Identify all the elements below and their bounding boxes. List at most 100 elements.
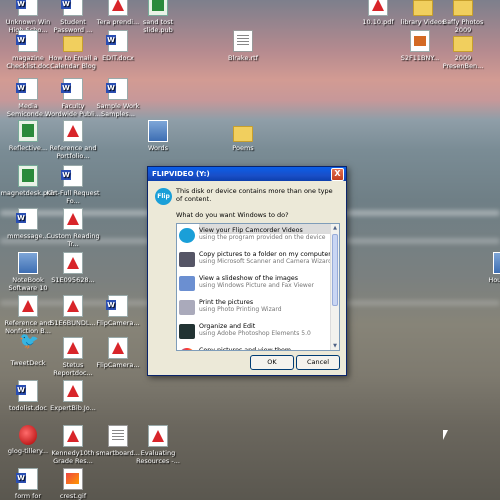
copy-view-icon [179,348,195,350]
desktop-icon[interactable]: Kirt-Full Request Fo... [45,165,101,205]
scroll-thumb[interactable] [332,234,338,306]
word-file-icon [61,165,83,187]
desktop-icon[interactable]: Blrake.rtf [215,30,271,62]
scroll-up-arrow-icon[interactable]: ▲ [331,224,339,232]
pdf-file-icon [63,295,83,317]
dialog-message: This disk or device contains more than o… [176,187,333,203]
desktop-icon[interactable]: Sample Work Samples... [90,78,146,118]
pub-file-icon [18,165,38,187]
desktop-icon-label: Custom Reading Tr... [46,232,100,248]
cancel-button[interactable]: Cancel [296,355,340,370]
action-option[interactable]: Copy pictures and view them [177,344,339,351]
action-listbox[interactable]: View your Flip Camcorder Videos using the… [176,223,340,351]
pdf-file-icon [63,337,83,359]
action-option[interactable]: Copy pictures to a folder on my computer… [177,248,339,272]
desktop-icon[interactable]: FlipCamera... [90,337,146,369]
option-subtitle: using the program provided on the device [199,234,326,241]
img-file-icon [18,252,38,274]
desktop-icon[interactable]: Custom Reading Tr... [45,208,101,248]
option-title: Print the pictures [199,299,254,306]
desktop-icon[interactable]: Evaluating Resources -... [130,425,186,465]
pub-file-icon [18,120,38,142]
word-file-icon [61,0,83,16]
slideshow-icon [179,276,195,291]
pdf-file-icon [108,337,128,359]
action-option[interactable]: Print the pictures using Photo Printing W… [177,296,339,320]
pdf-file-icon [18,295,38,317]
desktop-icon[interactable]: FlipCamera... [90,295,146,327]
printer-icon [179,300,195,315]
desktop-icon[interactable]: Poems [215,120,271,152]
desktop-icon-label: Kirt-Full Request Fo... [46,189,100,205]
pub-file-icon [148,0,168,16]
desktop-icon-label: Evaluating Resources -... [136,449,180,465]
desktop-icon-label: Poems [232,144,254,152]
mouse-cursor-icon [443,430,448,440]
action-option[interactable]: Organize and Edit using Adobe Photoshop E… [177,320,339,344]
desktop-icon-label: FlipCamera... [96,319,140,327]
web-file-icon [63,468,83,490]
word-file-icon [16,468,38,490]
desktop-icon-label: S1E095628... [51,276,95,284]
dialog-titlebar[interactable]: FLIPVIDEO (Y:) X [148,167,346,181]
desktop-icon[interactable]: EDIT.docx [90,30,146,62]
autoplay-dialog: FLIPVIDEO (Y:) X Flip This disk or devic… [147,166,347,376]
photoshop-icon [179,324,195,339]
pdf-file-icon [63,120,83,142]
desktop-icon-label: Reference and Portfolio... [49,144,97,160]
option-title: View a slideshow of the images [199,275,299,282]
word-file-icon [106,78,128,100]
img-file-icon [493,252,500,274]
pdf-file-icon [63,425,83,447]
word-file-icon [16,208,38,230]
action-option[interactable]: View your Flip Camcorder Videos using the… [177,224,339,248]
desktop-icon-label: Blrake.rtf [227,54,259,62]
desktop-icon-label: ExpertBib.Jo... [50,404,96,412]
glog-file-icon [19,425,37,445]
folder-file-icon [233,126,253,142]
pdf-file-icon [63,252,83,274]
listbox-scrollbar[interactable]: ▲ ▼ [330,224,339,350]
desktop-icon[interactable]: ExpertBib.Jo... [45,380,101,412]
scroll-down-arrow-icon[interactable]: ▼ [331,342,339,350]
pdf-file-icon [368,0,388,16]
dialog-title: FLIPVIDEO (Y:) [152,170,210,178]
desktop-icon[interactable]: Baffy Photos 2009 [435,0,491,34]
option-title: Copy pictures and view them [199,347,292,351]
folder-file-icon [413,0,433,16]
option-subtitle: using Windows Picture and Fax Viewer [199,282,314,289]
word-file-icon [106,30,128,52]
textfile-file-icon [108,425,128,447]
desktop-icon-label: EDIT.docx [102,54,134,62]
desktop-icon-label: crest.gif [59,492,87,500]
bird-file-icon [19,337,39,357]
word-file-icon [106,295,128,317]
dialog-question: What do you want Windows to do? [176,211,289,219]
pdf-file-icon [63,380,83,402]
option-title: View your Flip Camcorder Videos [199,224,339,234]
desktop-icon[interactable]: 2009 PresenBen... [435,30,491,70]
option-title: Organize and Edit [199,323,256,330]
desktop-icon[interactable]: Hou Cole [475,252,500,284]
action-option[interactable]: View a slideshow of the images using Wind… [177,272,339,296]
camera-icon [179,252,195,267]
ok-button[interactable]: OK [250,355,294,370]
word-file-icon [61,78,83,100]
desktop-icon[interactable]: crest.gif [45,468,101,500]
option-title: Copy pictures to a folder on my computer [199,251,331,258]
close-button[interactable]: X [331,168,344,181]
flip-logo-icon: Flip [155,188,172,205]
desktop-icon[interactable]: sand tost slide.pub [130,0,186,34]
desktop-icon[interactable]: Reference and Portfolio... [45,120,101,160]
word-file-icon [16,78,38,100]
pdf-file-icon [148,425,168,447]
desktop-icon[interactable]: Words [130,120,186,152]
desktop-icon-label: Sample Work Samples... [96,102,140,118]
desktop-icon[interactable]: S1E095628... [45,252,101,284]
option-subtitle: using Adobe Photoshop Elements 5.0 [199,330,311,337]
folder-file-icon [453,36,473,52]
pdf-file-icon [63,208,83,230]
word-file-icon [16,30,38,52]
desktop-icon-label: Words [147,144,169,152]
word-file-icon [16,380,38,402]
